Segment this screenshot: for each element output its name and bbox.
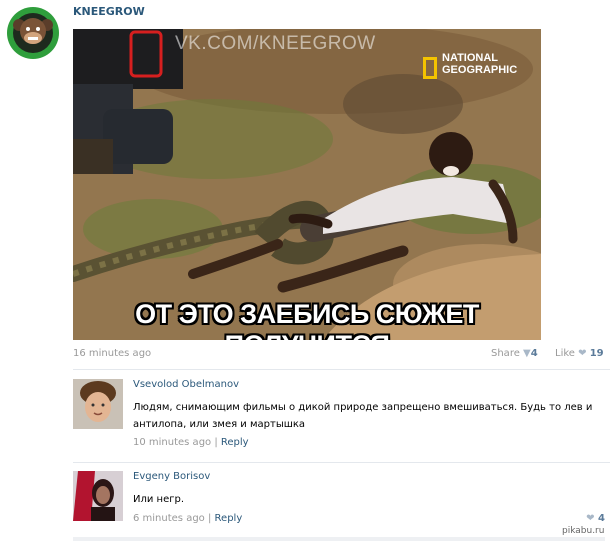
comment-text: Или негр. bbox=[133, 494, 185, 505]
like-count: 19 bbox=[589, 348, 604, 359]
heart-icon: ❤ bbox=[578, 348, 587, 359]
share-button[interactable]: Share ▼4 bbox=[491, 348, 538, 359]
comment-like-count: 4 bbox=[598, 513, 605, 524]
comment-time[interactable]: 6 minutes ago bbox=[133, 513, 205, 524]
megaphone-icon: ▼ bbox=[523, 348, 531, 359]
comment-meta: 10 minutes ago | Reply bbox=[133, 437, 249, 448]
like-button[interactable]: Like ❤ 19 bbox=[555, 348, 604, 359]
photo-watermark: VK.COM/KNEEGROW bbox=[175, 33, 376, 54]
heart-icon: ❤ bbox=[586, 513, 595, 524]
comment: Vsevolod Obelmanov Людям, снимающим филь… bbox=[73, 379, 605, 459]
post-author-link[interactable]: KNEEGROW bbox=[73, 5, 145, 18]
source-watermark: pikabu.ru bbox=[562, 526, 605, 536]
post-meta: 16 minutes ago Share ▼4 Like ❤ 19 bbox=[73, 348, 605, 362]
author-avatar[interactable] bbox=[7, 7, 59, 59]
face-avatar-icon bbox=[73, 379, 123, 429]
bottom-bar bbox=[73, 537, 605, 541]
share-label: Share bbox=[491, 348, 520, 359]
commenter-name[interactable]: Vsevolod Obelmanov bbox=[133, 379, 239, 390]
person-avatar-icon bbox=[73, 471, 123, 521]
reply-button[interactable]: Reply bbox=[215, 513, 243, 524]
comment-text: Людям, снимающим фильмы о дикой природе … bbox=[133, 402, 593, 430]
like-label: Like bbox=[555, 348, 575, 359]
divider bbox=[73, 462, 610, 463]
natgeo-logo-text: NATIONAL GEOGRAPHIC bbox=[442, 52, 518, 76]
comment-time[interactable]: 10 minutes ago bbox=[133, 437, 211, 448]
reply-button[interactable]: Reply bbox=[221, 437, 249, 448]
comment-like-button[interactable]: ❤ 4 bbox=[586, 513, 605, 524]
monkey-avatar-icon bbox=[9, 9, 57, 57]
meme-caption: ОТ ЭТО ЗАЕБИСЬ СЮЖЕТ ПОЛУЧИТСЯ bbox=[135, 299, 479, 340]
comment-meta: 6 minutes ago | Reply bbox=[133, 513, 242, 524]
natgeo-logo-icon bbox=[423, 57, 437, 79]
commenter-avatar[interactable] bbox=[73, 471, 123, 521]
commenter-name[interactable]: Evgeny Borisov bbox=[133, 471, 210, 482]
share-count: 4 bbox=[530, 348, 538, 359]
comment: Evgeny Borisov Или негр. 6 minutes ago |… bbox=[73, 471, 605, 531]
post-time[interactable]: 16 minutes ago bbox=[73, 348, 151, 359]
post-photo[interactable]: VK.COM/KNEEGROW NATIONAL GEOGRAPHIC ОТ Э… bbox=[73, 29, 541, 340]
commenter-avatar[interactable] bbox=[73, 379, 123, 429]
divider bbox=[73, 369, 610, 370]
